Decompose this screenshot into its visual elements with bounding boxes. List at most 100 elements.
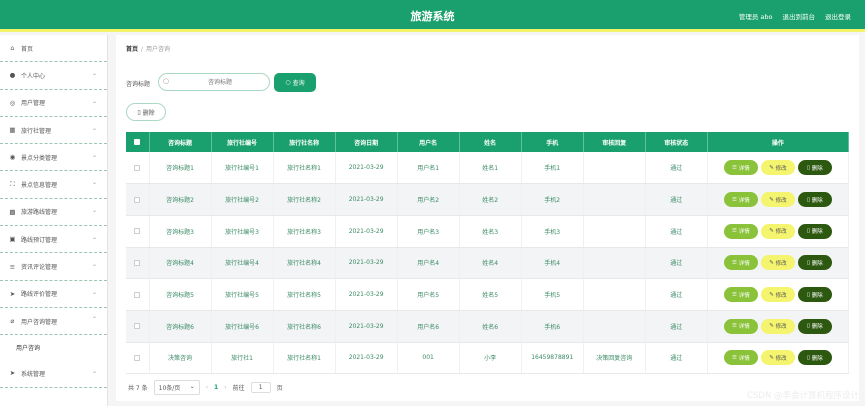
sidebar-item[interactable]: ▩ 旅游路线管理 ⌄ [0, 199, 107, 227]
breadcrumb: 首页 / 用户咨询 [126, 44, 170, 53]
delete-button[interactable]: ▯ 删除 [797, 192, 832, 208]
select-all-checkbox[interactable] [134, 139, 141, 145]
sidebar-item[interactable]: ➤ 系统管理 ⌄ [0, 360, 107, 388]
logout-link[interactable]: 退出登录 [825, 11, 851, 21]
detail-icon: ☰ [732, 354, 737, 361]
row-checkbox[interactable] [134, 259, 141, 266]
edit-button[interactable]: ✎ 修改 [760, 160, 795, 176]
table-cell: 咨询标题3 [149, 215, 212, 248]
chevron-down-icon: ⌄ [91, 261, 97, 269]
detail-button[interactable]: ☰ 详情 [723, 223, 758, 239]
search-input[interactable] [173, 76, 267, 88]
table-cell: 咨询标题1 [149, 152, 212, 185]
delete-button[interactable]: ▯ 删除 [797, 287, 832, 303]
delete-button[interactable]: ▯ 删除 [797, 255, 832, 271]
pagination: 共 7 条 10条/页 ⌄ ‹ 1 › 前往 1 页 [128, 380, 283, 395]
table-cell: 用户名2 [397, 183, 460, 216]
edit-button[interactable]: ✎ 修改 [760, 287, 795, 303]
select-all-cell[interactable] [126, 132, 150, 152]
main-content: 首页/用户咨询 咨询标题 ○ ○ 查询 ▯ 删除 咨询标题旅行社编号旅行社名称咨… [116, 35, 859, 401]
row-checkbox[interactable] [134, 228, 141, 235]
table-header-row: 咨询标题 旅行社编号 旅行社名称 咨询日期 用户名 姓名 手机 审核回复 审核状态 操作 [126, 132, 850, 152]
table-cell: 手机6 [521, 310, 584, 343]
edit-button[interactable]: ✎ 修改 [760, 223, 795, 239]
sidebar-item[interactable]: ▣ 路线预订管理 ⌄ [0, 226, 107, 254]
detail-label: 详情 [738, 355, 750, 362]
sidebar-item[interactable]: ≡ 资讯评论管理 ⌄ [0, 253, 107, 281]
edit-button[interactable]: ✎ 修改 [760, 255, 795, 271]
table-cell: 手机2 [521, 183, 584, 216]
user-icon: ● [9, 71, 16, 80]
breadcrumb-current: 用户咨询 [146, 46, 171, 53]
edit-button[interactable]: ✎ 修改 [760, 350, 795, 366]
row-select-cell[interactable] [126, 247, 150, 280]
edit-button[interactable]: ✎ 修改 [760, 192, 795, 208]
trash-icon: ▯ [806, 196, 811, 203]
page-size-select[interactable]: 10条/页 ⌄ [153, 380, 200, 395]
delete-button[interactable]: ▯ 删除 [797, 160, 832, 176]
detail-button[interactable]: ☰ 详情 [723, 318, 758, 334]
delete-button[interactable]: ▯ 删除 [797, 318, 832, 334]
row-select-cell[interactable] [126, 183, 150, 216]
table-cell: 手机3 [521, 215, 584, 248]
edit-icon: ✎ [769, 164, 774, 171]
table-cell: 决策回复咨询 [583, 342, 646, 375]
send-icon: ➤ [9, 369, 16, 378]
table-cell: 旅行社1 [211, 342, 274, 375]
table-cell: 手机4 [521, 247, 584, 280]
sidebar-item[interactable]: ◉ 景点分类管理 ⌄ [0, 144, 107, 172]
header-links: 管理员 abo 退出到前台 退出登录 [739, 11, 851, 21]
detail-button[interactable]: ☰ 详情 [723, 255, 758, 271]
table-cell: 姓名5 [459, 278, 522, 311]
edit-button[interactable]: ✎ 修改 [760, 318, 795, 334]
current-page[interactable]: 1 [214, 384, 218, 391]
detail-icon: ☰ [732, 228, 737, 235]
prev-page-icon[interactable]: ‹ [206, 384, 208, 391]
table-cell: 咨询标题5 [149, 278, 212, 311]
row-checkbox[interactable] [134, 323, 141, 330]
row-checkbox[interactable] [134, 196, 141, 203]
breadcrumb-home[interactable]: 首页 [126, 46, 138, 53]
detail-label: 详情 [738, 165, 750, 172]
detail-button[interactable]: ☰ 详情 [723, 350, 758, 366]
row-select-cell[interactable] [126, 215, 150, 248]
edit-icon: ✎ [769, 196, 774, 203]
search-button-icon: ○ [285, 79, 291, 86]
delete-button[interactable]: ▯ 删除 [797, 223, 832, 239]
table-cell: 咨询标题6 [149, 310, 212, 343]
sidebar-item[interactable]: ⌀ 用户咨询管理 ⌃ [0, 308, 107, 336]
search-field[interactable]: ○ [158, 73, 270, 91]
sidebar-item[interactable]: ◎ 用户管理 ⌄ [0, 90, 107, 117]
row-checkbox[interactable] [134, 354, 141, 361]
sidebar-item[interactable]: ▦ 旅行社管理 ⌄ [0, 117, 107, 145]
detail-button[interactable]: ☰ 详情 [723, 192, 758, 208]
sidebar-item-label: 景点信息管理 [21, 182, 58, 190]
chevron-down-icon: ⌄ [91, 152, 97, 160]
row-select-cell[interactable] [126, 152, 150, 185]
goto-label: 前往 [232, 385, 245, 392]
sidebar-item[interactable]: ⛶ 景点信息管理 ⌄ [0, 171, 107, 199]
row-select-cell[interactable] [126, 342, 150, 375]
edit-label: 修改 [775, 197, 787, 204]
row-checkbox[interactable] [134, 164, 141, 171]
back-to-frontend-link[interactable]: 退出到前台 [783, 11, 816, 21]
row-select-cell[interactable] [126, 278, 150, 311]
row-checkbox[interactable] [134, 291, 141, 298]
column-header: 姓名 [459, 132, 522, 152]
sidebar: ⌂ 首页 ● 个人中心 ⌄ ◎ 用户管理 ⌄ ▦ 旅行社管理 ⌄ ◉ 景点分类管理 ⌄ ⛶ 景点信息管理 ⌄ ▩ 旅… [0, 35, 108, 406]
sidebar-item[interactable]: ➤ 路线评价管理 ⌄ [0, 281, 107, 308]
sidebar-item[interactable]: ● 个人中心 ⌄ [0, 62, 107, 90]
table-cell [583, 310, 646, 343]
delete-button[interactable]: ▯ 删除 [797, 350, 832, 366]
table-cell: 用户名6 [397, 310, 460, 343]
row-select-cell[interactable] [126, 310, 150, 343]
goto-page-input[interactable]: 1 [250, 382, 271, 393]
sidebar-item[interactable]: ⌂ 首页 [0, 35, 107, 63]
sidebar-subitem-consultation[interactable]: 用户咨询 [0, 335, 107, 361]
bulk-delete-button[interactable]: ▯ 删除 [126, 103, 166, 121]
detail-button[interactable]: ☰ 详情 [723, 287, 758, 303]
search-button[interactable]: ○ 查询 [274, 73, 316, 92]
next-page-icon[interactable]: › [224, 384, 226, 391]
detail-button[interactable]: ☰ 详情 [723, 160, 758, 176]
table-cell: 用户名4 [397, 247, 460, 280]
